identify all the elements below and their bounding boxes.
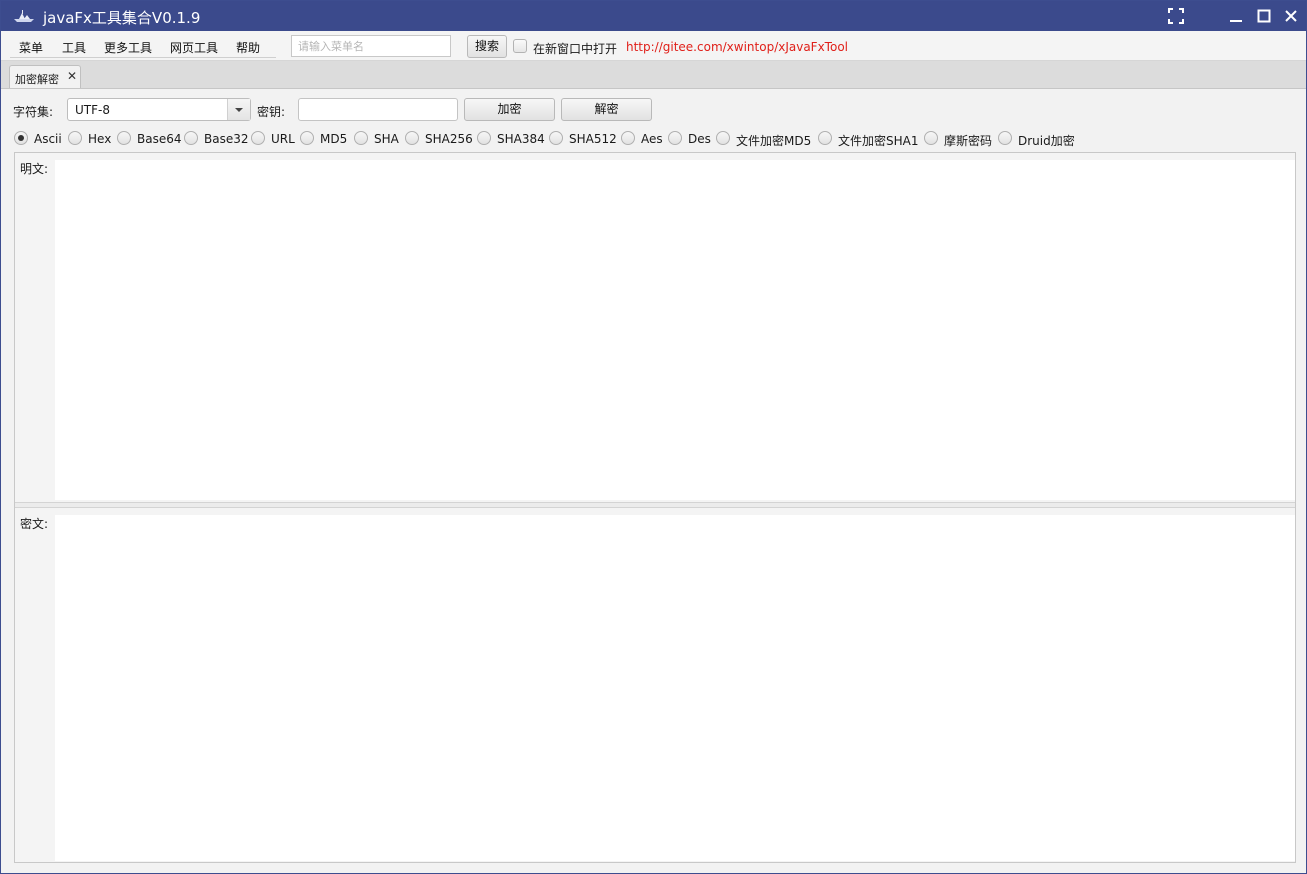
menu-item-help[interactable]: 帮助 (236, 39, 260, 56)
charset-value: UTF-8 (75, 103, 110, 117)
radio-label: Hex (88, 132, 112, 146)
radio-icon[interactable] (68, 131, 82, 145)
radio-icon[interactable] (300, 131, 314, 145)
radio-icon[interactable] (621, 131, 635, 145)
charset-select[interactable]: UTF-8 (67, 98, 251, 121)
menu-item-menu[interactable]: 菜单 (19, 39, 43, 56)
new-window-checkbox[interactable] (513, 39, 527, 53)
chevron-down-icon[interactable] (227, 99, 250, 120)
close-icon[interactable] (1281, 6, 1301, 26)
radio-icon[interactable] (117, 131, 131, 145)
key-label: 密钥: (257, 105, 286, 119)
radio-icon[interactable] (477, 131, 491, 145)
fullscreen-icon[interactable] (1166, 6, 1186, 26)
encrypt-button[interactable]: 加密 (464, 98, 555, 121)
plaintext-area[interactable] (55, 160, 1295, 500)
ship-icon (14, 10, 34, 22)
key-input[interactable] (298, 98, 458, 121)
algorithm-radio-group: Ascii Hex Base64 Base32 URL MD5 SHA SHA2… (14, 131, 1304, 148)
ciphertext-area[interactable] (55, 515, 1295, 861)
app-window: javaFx工具集合V0.1.9 菜单 工具 更多工具 网页工具 帮助 搜索 在… (0, 0, 1307, 874)
radio-label: SHA384 (497, 132, 545, 146)
radio-label: Ascii (34, 132, 62, 146)
menu-bar: 菜单 工具 更多工具 网页工具 帮助 搜索 在新窗口中打开 http://git… (1, 31, 1306, 61)
tab-label: 加密解密 (15, 73, 59, 86)
radio-icon[interactable] (251, 131, 265, 145)
radio-icon[interactable] (354, 131, 368, 145)
radio-label: MD5 (320, 132, 348, 146)
radio-label: Druid加密 (1018, 134, 1075, 148)
menu-search-input[interactable] (291, 35, 451, 57)
radio-icon[interactable] (818, 131, 832, 145)
search-button[interactable]: 搜索 (467, 35, 507, 58)
radio-icon[interactable] (716, 131, 730, 145)
radio-icon[interactable] (184, 131, 198, 145)
menu-item-web-tools[interactable]: 网页工具 (170, 39, 218, 56)
tab-encrypt-decrypt[interactable]: 加密解密 ✕ (9, 65, 81, 88)
minimize-icon[interactable] (1226, 6, 1246, 26)
radio-label: Base64 (137, 132, 182, 146)
radio-label: 文件加密SHA1 (838, 134, 919, 148)
decrypt-button[interactable]: 解密 (561, 98, 652, 121)
radio-label: SHA256 (425, 132, 473, 146)
radio-label: Aes (641, 132, 663, 146)
split-divider[interactable] (15, 502, 1295, 508)
radio-icon[interactable] (998, 131, 1012, 145)
radio-label: Des (688, 132, 711, 146)
radio-label: SHA512 (569, 132, 617, 146)
tab-strip: 加密解密 ✕ (1, 61, 1306, 89)
ciphertext-label: 密文: (20, 517, 49, 531)
menu-divider (10, 57, 276, 58)
radio-label: URL (271, 132, 295, 146)
menu-item-tools[interactable]: 工具 (62, 39, 86, 56)
radio-icon[interactable] (549, 131, 563, 145)
plaintext-label: 明文: (20, 162, 49, 176)
window-title: javaFx工具集合V0.1.9 (43, 9, 201, 27)
radio-label: SHA (374, 132, 399, 146)
radio-label: Base32 (204, 132, 249, 146)
radio-label: 摩斯密码 (944, 134, 993, 148)
radio-icon[interactable] (668, 131, 682, 145)
gitee-link[interactable]: http://gitee.com/xwintop/xJavaFxTool (626, 40, 848, 54)
radio-icon[interactable] (924, 131, 938, 145)
radio-icon[interactable] (405, 131, 419, 145)
radio-selected-icon[interactable] (14, 131, 28, 145)
menu-item-more-tools[interactable]: 更多工具 (104, 39, 152, 56)
text-split-pane: 明文: 密文: (14, 152, 1296, 863)
charset-label: 字符集: (13, 105, 54, 119)
title-bar[interactable]: javaFx工具集合V0.1.9 (1, 1, 1306, 31)
radio-label: 文件加密MD5 (736, 134, 812, 148)
tab-close-icon[interactable]: ✕ (67, 69, 77, 83)
maximize-icon[interactable] (1254, 6, 1274, 26)
new-window-label: 在新窗口中打开 (533, 42, 618, 56)
